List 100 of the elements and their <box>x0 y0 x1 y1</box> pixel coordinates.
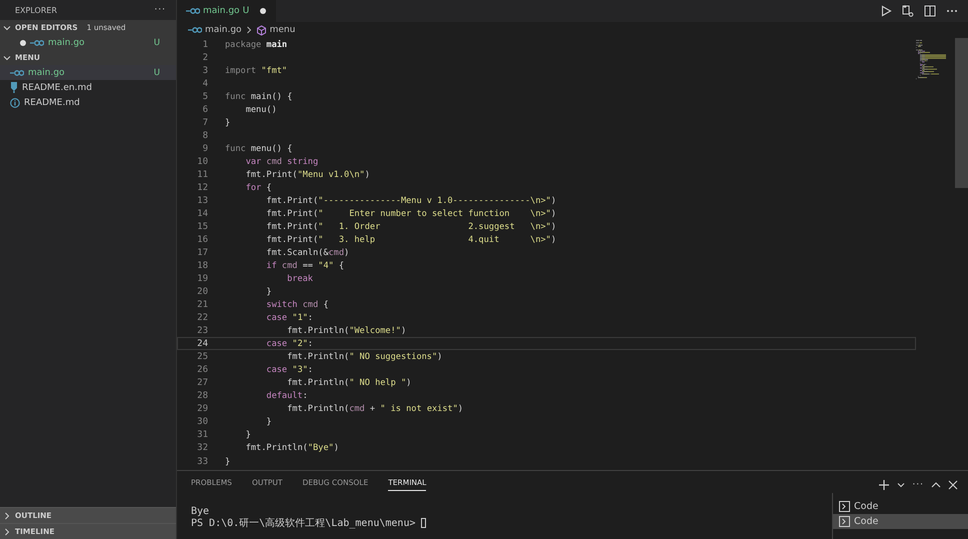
more-button[interactable]: ··· <box>154 5 166 15</box>
code-line: fmt.Print("Menu v1.0\n") <box>244 169 370 180</box>
terminal-icon <box>839 516 850 527</box>
code-line: fmt.Println("Bye") <box>244 442 339 454</box>
code-line: default: <box>265 390 308 402</box>
file-name: README.md <box>24 98 80 108</box>
unsaved-dot-icon[interactable] <box>20 40 26 46</box>
code-line: package main <box>225 39 288 50</box>
file-name: main.go <box>48 38 85 48</box>
terminal-name: Code <box>854 516 878 527</box>
breadcrumb-item[interactable]: menu <box>270 25 296 35</box>
line-number: 12 <box>196 182 208 194</box>
line-number: 2 <box>202 52 208 64</box>
code-line: if cmd == "4" { <box>265 260 344 272</box>
link-icon <box>10 68 24 76</box>
code-line: fmt.Print(" 3. help 4.quit \n>") <box>265 234 556 246</box>
terminal-item[interactable]: Code <box>833 514 968 529</box>
git-status: U <box>154 68 160 78</box>
info-icon <box>10 98 20 108</box>
code-line: case "2": <box>265 338 313 350</box>
line-number: 23 <box>196 325 208 336</box>
code-line: } <box>265 416 272 428</box>
chevron-right-icon <box>244 26 253 34</box>
code-line: fmt.Println(" NO suggestions") <box>286 351 442 362</box>
line-number: 16 <box>196 234 208 246</box>
link-icon <box>30 38 44 46</box>
terminal-item[interactable]: Code <box>833 499 968 514</box>
file-item[interactable]: main.go U <box>0 65 176 80</box>
git-status: U <box>242 6 250 16</box>
code-line: case "3": <box>265 364 313 376</box>
open-editor-item[interactable]: main.go U <box>0 35 176 50</box>
sidebar-title: EXPLORER <box>15 6 57 14</box>
code-line: case "1": <box>265 312 313 324</box>
line-number: 20 <box>196 286 208 298</box>
line-number: 30 <box>196 416 208 428</box>
terminal-text: Bye <box>191 506 210 516</box>
pin-icon <box>10 82 18 93</box>
terminal-name: Code <box>854 501 878 512</box>
code-line: fmt.Println("Welcome!") <box>286 325 406 336</box>
compare-changes-icon[interactable] <box>902 5 914 17</box>
line-number: 11 <box>196 169 208 180</box>
tab-title: main.go <box>203 6 240 16</box>
line-number: 15 <box>196 221 208 232</box>
line-number: 19 <box>196 273 208 284</box>
line-number: 3 <box>202 65 208 76</box>
line-number: 24 <box>196 338 208 350</box>
close-icon[interactable] <box>948 480 958 490</box>
terminal-icon <box>839 501 850 512</box>
code-line: for { <box>244 182 272 194</box>
line-number: 31 <box>196 429 208 440</box>
code-line: fmt.Print("---------------Menu v 1.0---------------\n>") <box>265 195 556 206</box>
line-number: 21 <box>196 299 208 310</box>
code-line: fmt.Print(" 1. Order 2.suggest \n>") <box>265 221 556 232</box>
line-number: 13 <box>196 195 208 206</box>
run-icon[interactable] <box>880 5 892 17</box>
line-number: 6 <box>202 104 208 116</box>
code-line: } <box>244 429 251 440</box>
file-item[interactable]: README.md <box>0 95 176 110</box>
line-number: 9 <box>202 143 208 154</box>
scrollbar-thumb[interactable] <box>955 38 968 188</box>
line-number: 14 <box>196 208 208 220</box>
line-number: 7 <box>202 117 208 128</box>
file-item[interactable]: README.en.md <box>0 80 176 95</box>
split-editor-icon[interactable] <box>924 5 936 17</box>
line-number: 29 <box>196 403 208 414</box>
line-number: 1 <box>202 39 208 50</box>
chevron-down-icon[interactable] <box>897 481 906 489</box>
line-number: 32 <box>196 442 208 454</box>
cube-icon <box>256 24 267 36</box>
git-status: U <box>154 38 160 48</box>
line-number: 10 <box>196 156 208 168</box>
more-button[interactable]: ··· <box>912 480 924 490</box>
line-number: 5 <box>202 91 208 102</box>
code-line: var cmd string <box>244 156 318 168</box>
line-number: 8 <box>202 130 208 142</box>
line-number: 33 <box>196 456 208 467</box>
file-name: README.en.md <box>22 82 92 92</box>
code-line: fmt.Scanln(&cmd) <box>265 247 350 258</box>
code-line: fmt.Println(" NO help ") <box>286 377 412 388</box>
line-number: 28 <box>196 390 208 402</box>
code-line: fmt.Println(cmd + " is not exist") <box>286 403 464 414</box>
line-number: 22 <box>196 312 208 324</box>
line-number: 4 <box>202 78 208 90</box>
code-line: func main() { <box>225 91 292 102</box>
terminal-cursor <box>420 518 426 528</box>
code-line: } <box>225 456 230 467</box>
unsaved-dot-icon[interactable] <box>260 8 266 14</box>
code-line: fmt.Print(" Enter number to select function \n>") <box>265 208 556 220</box>
code-line: break <box>286 273 313 284</box>
plus-icon[interactable] <box>878 479 890 491</box>
code-line: import "fmt" <box>225 65 288 76</box>
breadcrumb-item[interactable]: main.go <box>205 25 242 35</box>
line-number: 18 <box>196 260 208 272</box>
code-line: switch cmd { <box>265 299 328 310</box>
terminal-prompt: PS D:\0.研一\高级软件工程\Lab_menu\menu> <box>191 516 416 530</box>
chevron-up-icon[interactable] <box>931 481 941 489</box>
line-number: 17 <box>196 247 208 258</box>
code-line: } <box>225 117 230 128</box>
editor-tab[interactable]: main.go U <box>177 0 276 22</box>
link-icon <box>188 26 202 34</box>
